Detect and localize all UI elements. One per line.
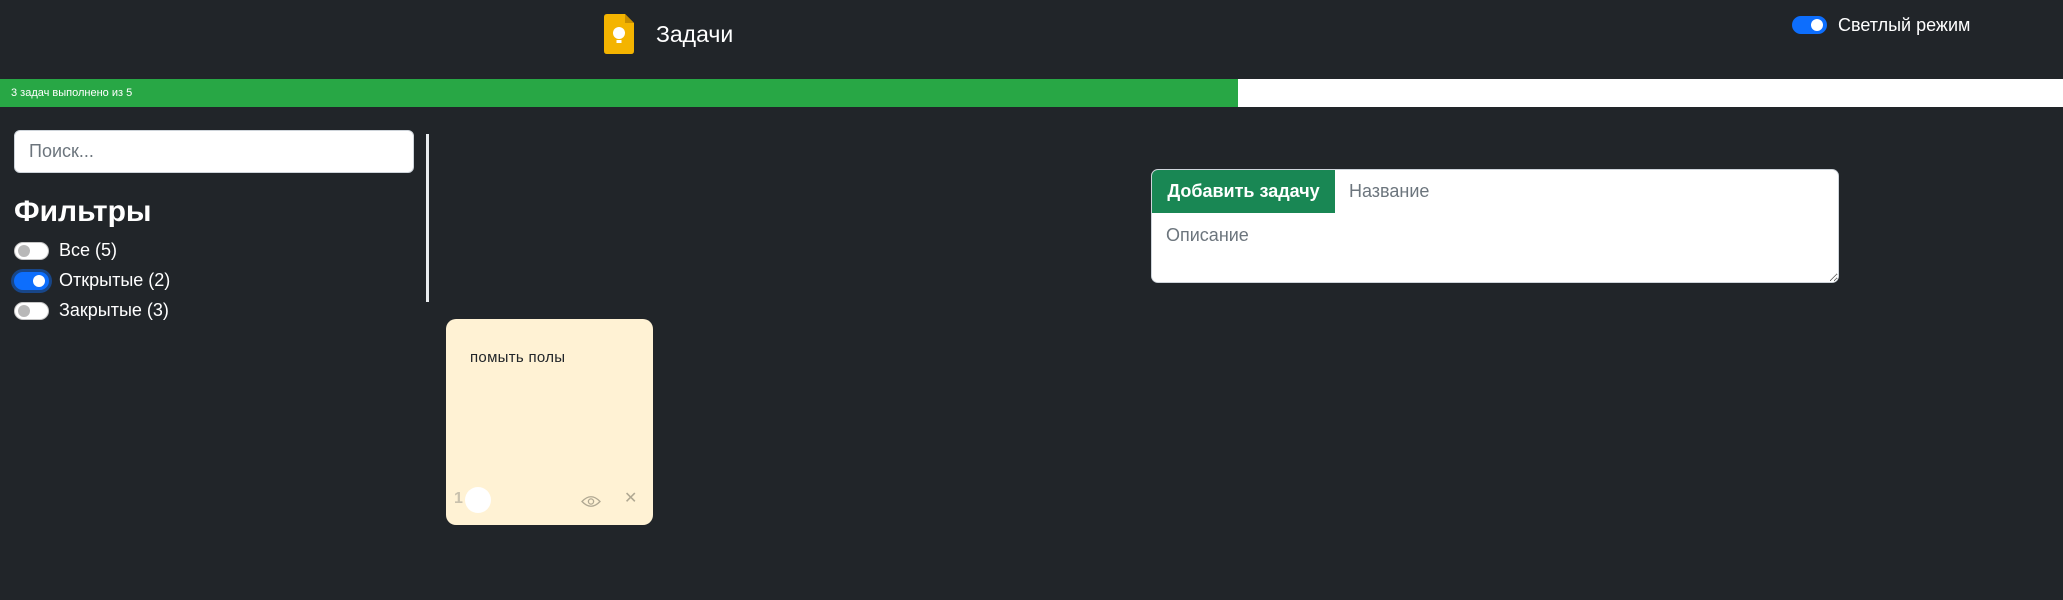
progress-bar: 3 задач выполнено из 5 <box>0 79 2063 107</box>
filter-all-label: Все (5) <box>59 240 118 260</box>
filter-open-switch[interactable] <box>14 271 49 290</box>
search-input[interactable] <box>14 130 414 173</box>
sidebar-divider <box>426 134 429 302</box>
brand: Задачи <box>604 14 733 54</box>
filter-closed[interactable]: Закрытые (3) <box>14 300 414 320</box>
filter-closed-label: Закрытые (3) <box>59 300 169 320</box>
filter-open-label: Открытые (2) <box>59 270 171 290</box>
theme-toggle[interactable]: Светлый режим <box>1792 13 1970 37</box>
filter-all-switch[interactable] <box>14 241 49 260</box>
eye-icon[interactable] <box>581 495 601 508</box>
switch-knob <box>1811 19 1823 31</box>
progress-text: 3 задач выполнено из 5 <box>11 87 133 99</box>
close-icon[interactable]: ✕ <box>624 488 637 508</box>
filters-title: Фильтры <box>14 195 152 228</box>
task-complete-checkbox[interactable] <box>465 487 491 513</box>
add-task-button[interactable]: Добавить задачу <box>1152 170 1335 213</box>
filter-closed-switch[interactable] <box>14 301 49 320</box>
add-task-form: Добавить задачу <box>1151 169 1839 283</box>
keep-bulb-icon <box>604 14 634 54</box>
filter-all[interactable]: Все (5) <box>14 240 414 260</box>
filter-open[interactable]: Открытые (2) <box>14 270 414 290</box>
theme-toggle-label: Светлый режим <box>1838 14 1971 35</box>
add-task-row: Добавить задачу <box>1152 170 1838 213</box>
task-card[interactable]: помыть полы 1 ✕ <box>446 319 653 525</box>
sidebar: Фильтры Все (5) Открытые (2) Закрытые (3… <box>14 130 414 320</box>
progress-fill: 3 задач выполнено из 5 <box>0 79 1238 107</box>
task-title: помыть полы <box>470 349 566 366</box>
theme-toggle-switch[interactable] <box>1792 16 1827 34</box>
header: Задачи Светлый режим <box>0 0 2063 78</box>
switch-knob <box>33 274 45 287</box>
task-title-input[interactable] <box>1335 170 1838 213</box>
task-description-input[interactable] <box>1152 213 1838 282</box>
switch-knob <box>18 304 30 317</box>
task-number: 1 <box>454 490 463 507</box>
switch-knob <box>18 244 30 257</box>
filter-list: Все (5) Открытые (2) Закрытые (3) <box>14 240 414 320</box>
app-title: Задачи <box>656 20 734 47</box>
